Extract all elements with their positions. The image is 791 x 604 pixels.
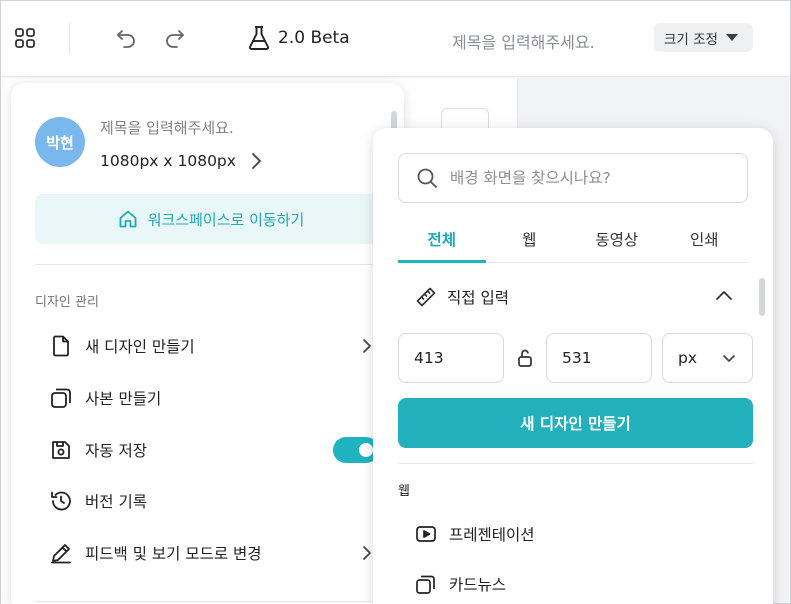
tab-web[interactable]: 웹 <box>486 221 574 262</box>
size-panel-scrollbar[interactable] <box>759 278 765 316</box>
duplicate-design-item[interactable]: 사본 만들기 <box>35 381 387 415</box>
save-icon <box>49 438 73 462</box>
chevron-right-icon <box>361 337 373 355</box>
duplicate-design-label: 사본 만들기 <box>85 390 162 408</box>
caret-down-icon <box>725 34 738 41</box>
version-history-label: 버전 기록 <box>85 493 147 511</box>
feedback-mode-item[interactable]: 피드백 및 보기 모드로 변경 <box>35 536 387 570</box>
menu-divider <box>35 264 387 265</box>
avatar: 박현 <box>35 117 85 167</box>
history-icon <box>49 489 73 513</box>
ruler-icon <box>415 286 437 308</box>
tab-print[interactable]: 인쇄 <box>661 221 749 262</box>
tab-video[interactable]: 동영상 <box>573 221 661 262</box>
chevron-right-icon <box>361 544 373 562</box>
chevron-up-icon <box>715 289 733 301</box>
toolbar-divider <box>69 23 70 53</box>
resize-button-label: 크기 조정 <box>664 31 718 48</box>
design-management-label: 디자인 관리 <box>35 295 99 310</box>
category-tabs: 전체 웹 동영상 인쇄 <box>398 221 748 263</box>
chevron-down-icon <box>722 353 736 363</box>
unit-value: px <box>678 349 698 367</box>
background-search-input[interactable] <box>450 169 730 187</box>
go-to-workspace-label: 워크스페이스로 이동하기 <box>147 210 305 229</box>
undo-icon[interactable] <box>115 27 137 49</box>
category-presentation-label: 프레젠테이션 <box>449 526 535 544</box>
home-icon <box>118 209 138 229</box>
go-to-workspace-button[interactable]: 워크스페이스로 이동하기 <box>35 194 387 244</box>
project-size[interactable]: 1080px x 1080px <box>100 152 236 170</box>
redo-icon[interactable] <box>164 27 186 49</box>
direct-input-toggle[interactable]: 직접 입력 <box>398 283 748 311</box>
new-design-label: 새 디자인 만들기 <box>85 338 195 356</box>
direct-input-label: 직접 입력 <box>447 289 509 307</box>
category-card-news[interactable]: 카드뉴스 <box>398 569 748 599</box>
height-value: 531 <box>562 349 592 367</box>
aspect-lock-icon[interactable] <box>516 347 534 369</box>
project-menu-panel: 박현 제목을 입력해주세요. 1080px x 1080px 워크스페이스로 이… <box>11 83 404 604</box>
top-bar: 2.0 Beta 제목을 입력해주세요. 크기 조정 <box>1 1 790 77</box>
create-design-button[interactable]: 새 디자인 만들기 <box>398 398 753 448</box>
play-icon <box>415 523 437 545</box>
resize-button[interactable]: 크기 조정 <box>654 23 753 52</box>
cards-icon <box>415 573 437 595</box>
version-history-item[interactable]: 버전 기록 <box>35 484 387 518</box>
version-label: 2.0 Beta <box>278 28 350 48</box>
width-value: 413 <box>414 349 444 367</box>
web-section-label: 웹 <box>398 484 410 499</box>
file-icon <box>49 334 73 358</box>
feedback-mode-label: 피드백 및 보기 모드로 변경 <box>85 545 262 563</box>
auto-save-label: 자동 저장 <box>85 442 147 460</box>
height-input[interactable]: 531 <box>546 333 652 383</box>
width-input[interactable]: 413 <box>398 333 504 383</box>
background-search[interactable] <box>398 153 748 203</box>
category-presentation[interactable]: 프레젠테이션 <box>398 519 748 549</box>
chevron-right-icon[interactable] <box>249 151 263 171</box>
beta-flask-icon <box>247 25 271 51</box>
apps-grid-icon[interactable] <box>14 27 36 49</box>
toggle-knob <box>359 443 373 457</box>
copy-icon <box>49 386 73 410</box>
category-card-news-label: 카드뉴스 <box>449 576 507 594</box>
pencil-icon <box>49 541 73 565</box>
unit-select[interactable]: px <box>662 333 753 383</box>
menu-divider <box>35 601 387 602</box>
design-title-input[interactable]: 제목을 입력해주세요. <box>452 29 595 53</box>
new-design-item[interactable]: 새 디자인 만들기 <box>35 329 387 363</box>
new-design-size-panel: 전체 웹 동영상 인쇄 직접 입력 413 531 <box>373 128 773 604</box>
auto-save-item: 자동 저장 <box>35 433 387 467</box>
search-icon <box>416 167 438 189</box>
tab-all[interactable]: 전체 <box>398 221 486 263</box>
size-panel-divider <box>398 463 753 464</box>
project-title: 제목을 입력해주세요. <box>100 119 234 137</box>
